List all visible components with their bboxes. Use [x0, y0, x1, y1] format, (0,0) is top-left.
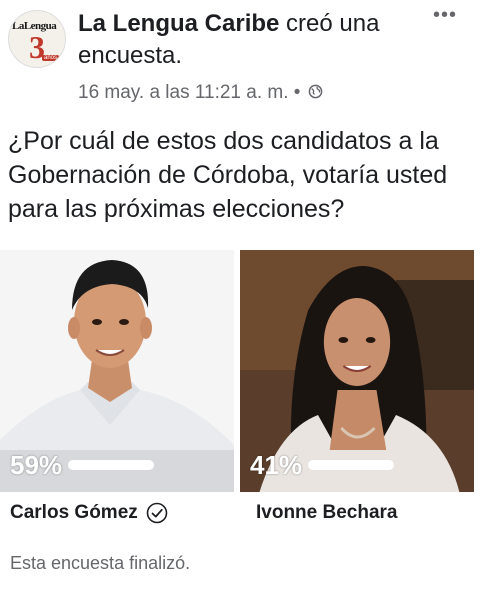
poll-question: ¿Por cuál de estos dos candidatos a la G…	[8, 127, 448, 223]
result-row: 59%	[10, 449, 155, 480]
post-title: La Lengua Caribe creó una encuesta.	[78, 8, 418, 72]
result-row: 41%	[250, 449, 395, 480]
vote-bar	[308, 460, 395, 470]
vote-bar	[68, 460, 155, 470]
more-options-icon: •••	[432, 4, 457, 26]
globe-icon[interactable]	[308, 84, 323, 99]
candidate-name-label: Carlos Gómez	[10, 502, 138, 523]
vote-bar-fill	[308, 460, 395, 470]
more-options-button[interactable]: •••	[430, 5, 460, 28]
post-timestamp[interactable]: 16 may. a las 11:21 a. m. •	[78, 82, 300, 103]
page-avatar[interactable]: LaLengua 3 años	[8, 10, 66, 68]
post-meta: 16 may. a las 11:21 a. m. •	[78, 82, 323, 104]
check-circle-icon	[146, 502, 168, 524]
avatar-logo-sub: años	[42, 55, 60, 61]
vote-percent: 41%	[250, 449, 303, 480]
poll-option-carlos-gomez[interactable]: 59%	[0, 250, 234, 492]
vote-bar-fill	[68, 460, 155, 470]
page-name-link[interactable]: La Lengua Caribe	[78, 10, 279, 37]
poll-status: Esta encuesta finalizó.	[10, 553, 191, 573]
vote-percent: 59%	[10, 449, 63, 480]
candidate-name-carlos-gomez: Carlos Gómez	[10, 502, 168, 524]
candidate-name-ivonne-bechara: Ivonne Bechara	[256, 502, 398, 524]
poll-option-ivonne-bechara[interactable]: 41%	[240, 250, 474, 492]
post-header: LaLengua 3 años La Lengua Caribe creó un…	[0, 0, 480, 110]
candidate-name-label: Ivonne Bechara	[256, 502, 398, 523]
